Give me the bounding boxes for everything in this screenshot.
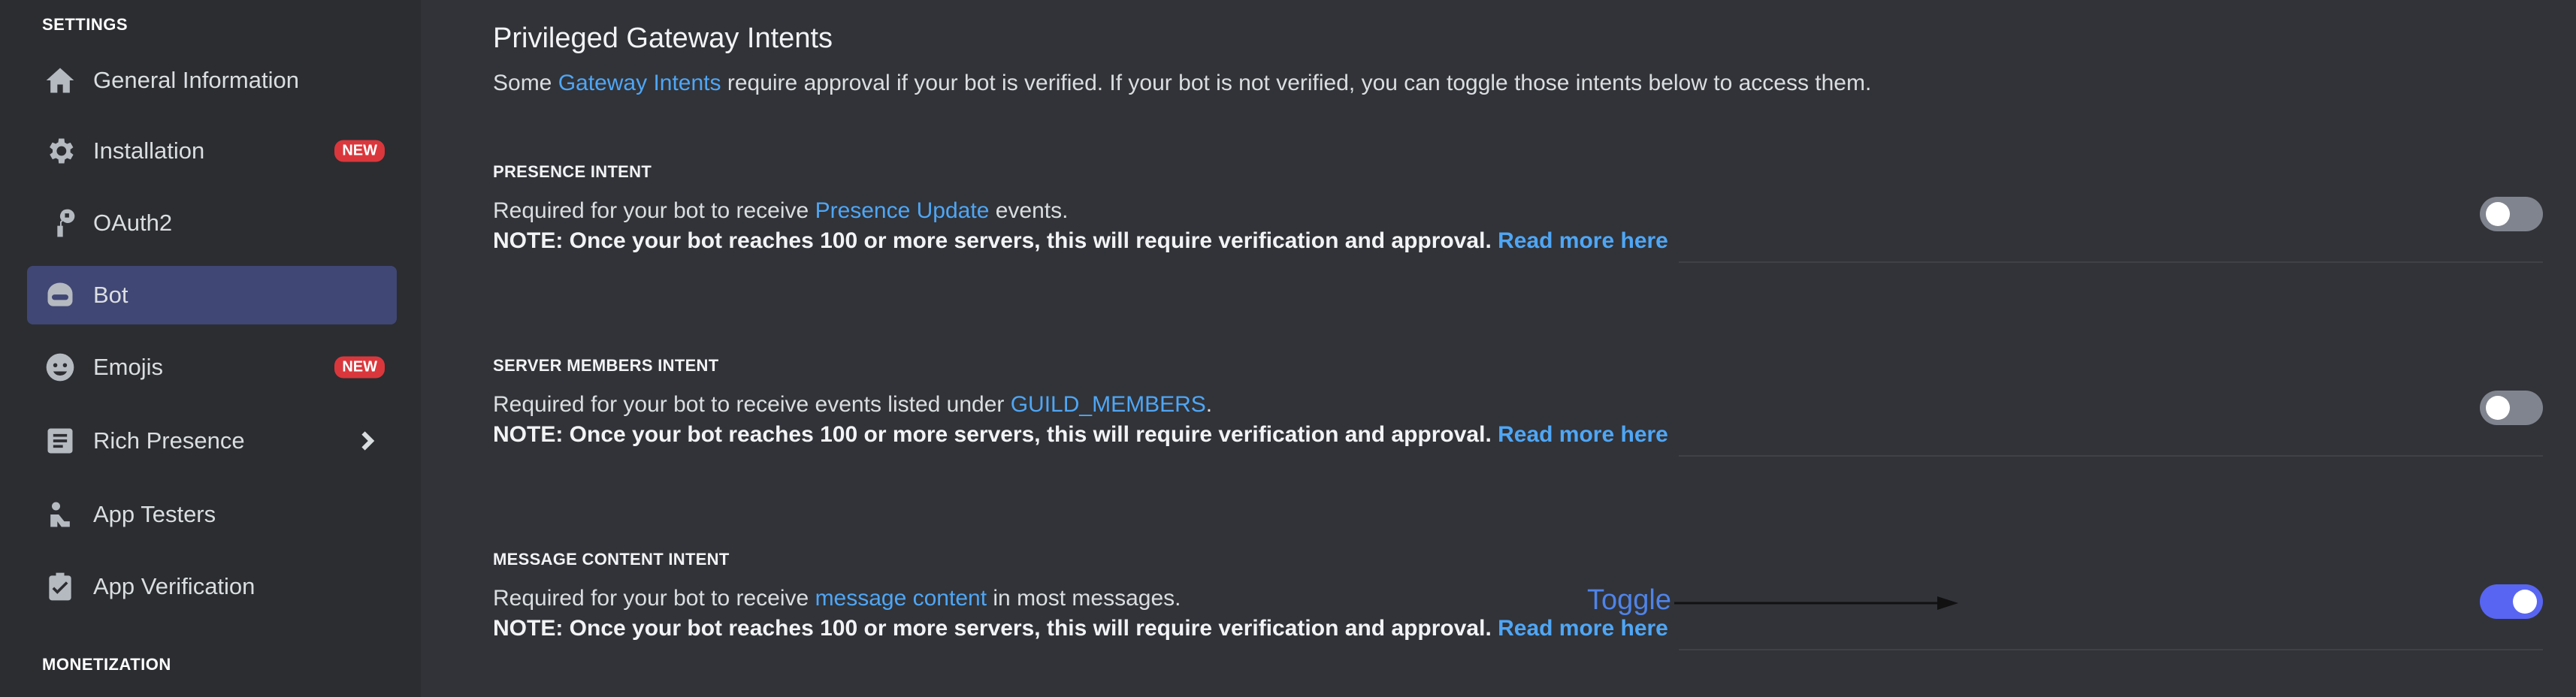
sidebar-item-label: App Verification: [93, 573, 255, 599]
description-text: Required for your bot to receive: [493, 198, 815, 223]
description-text: events.: [989, 198, 1069, 223]
sidebar-item-bot[interactable]: Bot: [27, 266, 397, 324]
sidebar-item-label: Installation: [93, 137, 205, 164]
gear-icon: [42, 133, 78, 169]
main-content: Privileged Gateway Intents Some Gateway …: [493, 0, 2552, 697]
sidebar-item-label: OAuth2: [93, 210, 173, 236]
message-content-intent-toggle[interactable]: [2480, 584, 2543, 619]
sidebar-item-label: General Information: [93, 67, 299, 93]
toggle-knob: [2513, 590, 2537, 614]
description-text: Required for your bot to receive: [493, 586, 815, 611]
presence-intent-note: NOTE: Once your bot reaches 100 or more …: [493, 228, 1668, 254]
server-members-intent-toggle[interactable]: [2480, 391, 2543, 425]
new-badge: NEW: [334, 140, 385, 162]
chevron-right-icon[interactable]: [353, 427, 380, 454]
description-text: require approval if your bot is verified…: [721, 71, 1872, 95]
rich-presence-icon: [42, 423, 78, 459]
clipboard-check-icon: [42, 569, 78, 605]
description-text: Some: [493, 71, 558, 95]
presence-update-link[interactable]: Presence Update: [815, 198, 990, 223]
app-testers-icon: [42, 496, 78, 533]
server-members-intent-note: NOTE: Once your bot reaches 100 or more …: [493, 422, 1668, 448]
message-content-intent-description: Required for your bot to receive message…: [493, 586, 1181, 611]
divider: [1679, 261, 2543, 263]
presence-intent-title: PRESENCE INTENT: [493, 162, 652, 181]
read-more-link[interactable]: Read more here: [1498, 422, 1668, 447]
read-more-link[interactable]: Read more here: [1498, 228, 1668, 253]
toggle-annotation-label: Toggle: [1587, 584, 1671, 616]
monetization-section-label: MONETIZATION: [42, 655, 171, 674]
wrench-icon: [42, 205, 78, 241]
message-content-intent-note: NOTE: Once your bot reaches 100 or more …: [493, 616, 1668, 641]
settings-section-label: SETTINGS: [42, 15, 128, 34]
presence-intent-toggle[interactable]: [2480, 197, 2543, 231]
sidebar-item-general-information[interactable]: General Information: [27, 51, 397, 110]
description-text: in most messages.: [987, 586, 1181, 611]
sidebar-item-oauth2[interactable]: OAuth2: [27, 194, 397, 252]
emoji-icon: [42, 349, 78, 385]
annotation-arrow-icon: [1674, 596, 1958, 610]
note-text: NOTE: Once your bot reaches 100 or more …: [493, 616, 1498, 641]
bot-icon: [42, 277, 78, 313]
divider: [1679, 649, 2543, 650]
sidebar-item-emojis[interactable]: Emojis NEW: [27, 338, 397, 397]
sidebar-item-label: Bot: [93, 282, 128, 308]
gateway-intents-link[interactable]: Gateway Intents: [558, 71, 721, 95]
sidebar-item-app-testers[interactable]: App Testers: [27, 485, 397, 544]
description-text: .: [1205, 392, 1213, 417]
server-members-intent-description: Required for your bot to receive events …: [493, 392, 1212, 418]
new-badge: NEW: [334, 356, 385, 379]
note-text: NOTE: Once your bot reaches 100 or more …: [493, 228, 1498, 253]
sidebar-item-label: App Testers: [93, 501, 216, 527]
sidebar-item-rich-presence[interactable]: Rich Presence: [27, 412, 397, 470]
home-icon: [42, 62, 78, 98]
description-text: Required for your bot to receive events …: [493, 392, 1011, 417]
message-content-intent-title: MESSAGE CONTENT INTENT: [493, 550, 730, 569]
sidebar-item-app-verification[interactable]: App Verification: [27, 557, 397, 616]
sidebar-item-label: Rich Presence: [93, 427, 245, 454]
note-text: NOTE: Once your bot reaches 100 or more …: [493, 422, 1498, 447]
guild-members-link[interactable]: GUILD_MEMBERS: [1011, 392, 1206, 417]
presence-intent-description: Required for your bot to receive Presenc…: [493, 198, 1068, 224]
sidebar-item-installation[interactable]: Installation NEW: [27, 122, 397, 180]
server-members-intent-title: SERVER MEMBERS INTENT: [493, 356, 719, 375]
sidebar-item-label: Emojis: [93, 354, 164, 380]
divider: [1679, 455, 2543, 457]
toggle-knob: [2486, 396, 2510, 420]
read-more-link[interactable]: Read more here: [1498, 616, 1668, 641]
sidebar: SETTINGS General Information Installatio…: [0, 0, 421, 697]
toggle-knob: [2486, 202, 2510, 226]
page-title: Privileged Gateway Intents: [493, 23, 833, 54]
page-description: Some Gateway Intents require approval if…: [493, 71, 1871, 96]
message-content-link[interactable]: message content: [815, 586, 987, 611]
